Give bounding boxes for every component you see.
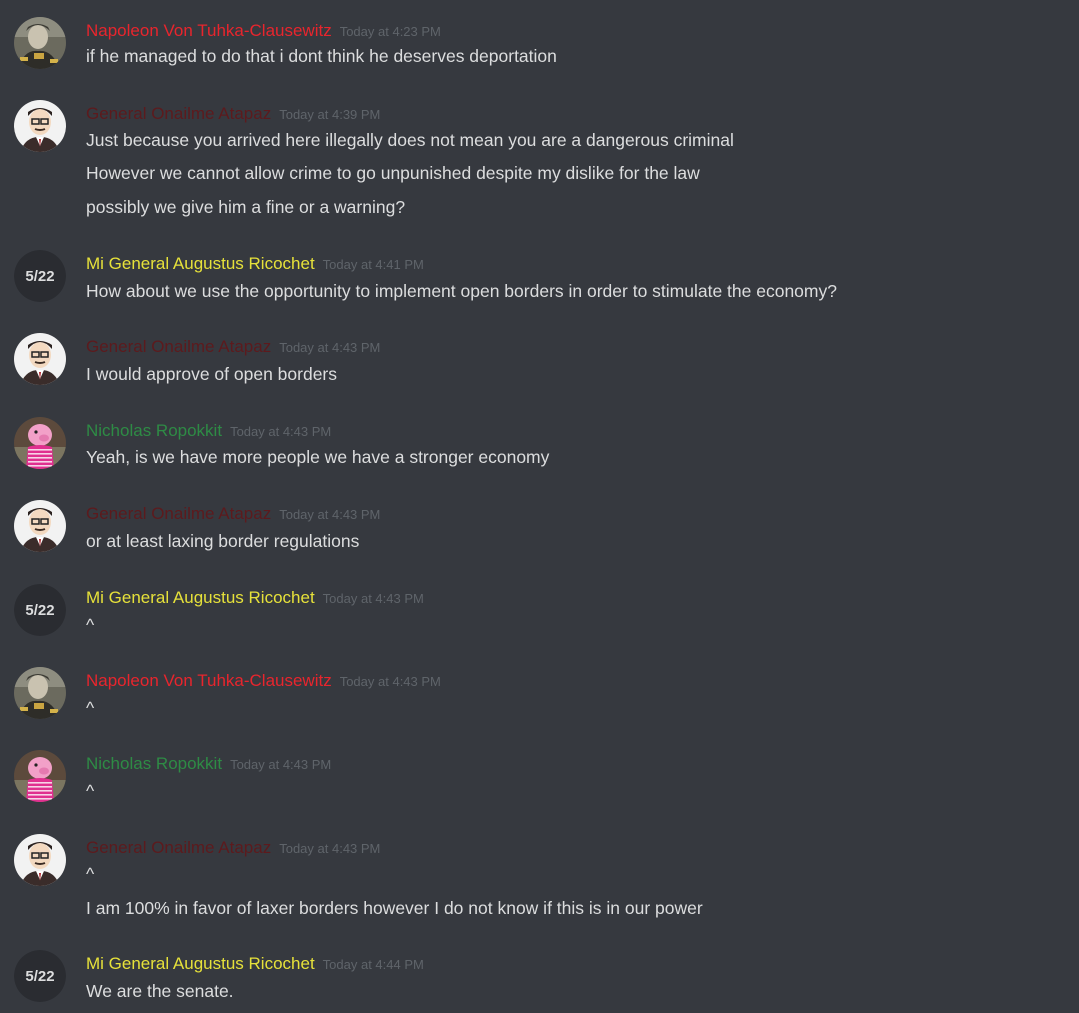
user-avatar[interactable] [14, 17, 66, 69]
user-avatar[interactable]: 5/22 [14, 950, 66, 1002]
username[interactable]: General Onailme Atapaz [86, 838, 271, 857]
message-text: ^ [86, 864, 95, 884]
username[interactable]: Mi General Augustus Ricochet [86, 588, 315, 607]
username[interactable]: Mi General Augustus Ricochet [86, 254, 315, 273]
message-header: Napoleon Von Tuhka-Clausewitz Today at 4:… [86, 670, 441, 693]
user-avatar[interactable] [14, 667, 66, 719]
message-text: Just because you arrived here illegally … [86, 130, 734, 150]
message-header: Nicholas Ropokkit Today at 4:43 PM [86, 753, 331, 776]
message-timestamp: Today at 4:41 PM [322, 257, 424, 272]
user-avatar[interactable] [14, 100, 66, 152]
message-timestamp: Today at 4:43 PM [322, 591, 424, 606]
user-avatar[interactable] [14, 834, 66, 886]
message-timestamp: Today at 4:43 PM [279, 507, 381, 522]
username[interactable]: General Onailme Atapaz [86, 337, 271, 356]
message-text: possibly we give him a fine or a warning… [86, 197, 406, 217]
message-timestamp: Today at 4:43 PM [230, 424, 332, 439]
message-timestamp: Today at 4:23 PM [339, 24, 441, 39]
user-avatar[interactable] [14, 750, 66, 802]
message-text: or at least laxing border regulations [86, 531, 360, 551]
message-text: We are the senate. [86, 981, 234, 1001]
message-timestamp: Today at 4:39 PM [279, 107, 381, 122]
message-text: How about we use the opportunity to impl… [86, 281, 837, 301]
message-header: Napoleon Von Tuhka-Clausewitz Today at 4:… [86, 20, 441, 43]
username[interactable]: General Onailme Atapaz [86, 504, 271, 523]
message-header: Mi General Augustus Ricochet Today at 4:4… [86, 587, 424, 610]
avatar-label: 5/22 [14, 950, 66, 1002]
username[interactable]: Nicholas Ropokkit [86, 421, 222, 440]
message-timestamp: Today at 4:43 PM [279, 340, 381, 355]
message-text: ^ [86, 781, 95, 801]
message-text: ^ [86, 698, 95, 718]
username[interactable]: Mi General Augustus Ricochet [86, 954, 315, 973]
message-header: General Onailme Atapaz Today at 4:39 PM [86, 103, 380, 126]
avatar-label: 5/22 [14, 584, 66, 636]
message-timestamp: Today at 4:43 PM [279, 841, 381, 856]
message-text: I am 100% in favor of laxer borders howe… [86, 898, 703, 918]
username[interactable]: Napoleon Von Tuhka-Clausewitz [86, 671, 332, 690]
message-timestamp: Today at 4:44 PM [322, 957, 424, 972]
user-avatar[interactable] [14, 333, 66, 385]
message-header: General Onailme Atapaz Today at 4:43 PM [86, 837, 380, 860]
message-text: ^ [86, 615, 95, 635]
username[interactable]: General Onailme Atapaz [86, 104, 271, 123]
user-avatar[interactable] [14, 500, 66, 552]
message-header: General Onailme Atapaz Today at 4:43 PM [86, 336, 380, 359]
user-avatar[interactable] [14, 417, 66, 469]
message-text: Yeah, is we have more people we have a s… [86, 447, 550, 467]
message-text: if he managed to do that i dont think he… [86, 46, 557, 66]
avatar-label: 5/22 [14, 250, 66, 302]
message-header: General Onailme Atapaz Today at 4:43 PM [86, 503, 380, 526]
message-header: Mi General Augustus Ricochet Today at 4:4… [86, 253, 424, 276]
username[interactable]: Napoleon Von Tuhka-Clausewitz [86, 21, 332, 40]
message-header: Nicholas Ropokkit Today at 4:43 PM [86, 420, 331, 443]
message-text: However we cannot allow crime to go unpu… [86, 163, 700, 183]
user-avatar[interactable]: 5/22 [14, 250, 66, 302]
username[interactable]: Nicholas Ropokkit [86, 754, 222, 773]
message-text: I would approve of open borders [86, 364, 337, 384]
user-avatar[interactable]: 5/22 [14, 584, 66, 636]
message-timestamp: Today at 4:43 PM [339, 674, 441, 689]
message-timestamp: Today at 4:43 PM [230, 757, 332, 772]
message-header: Mi General Augustus Ricochet Today at 4:4… [86, 953, 424, 976]
